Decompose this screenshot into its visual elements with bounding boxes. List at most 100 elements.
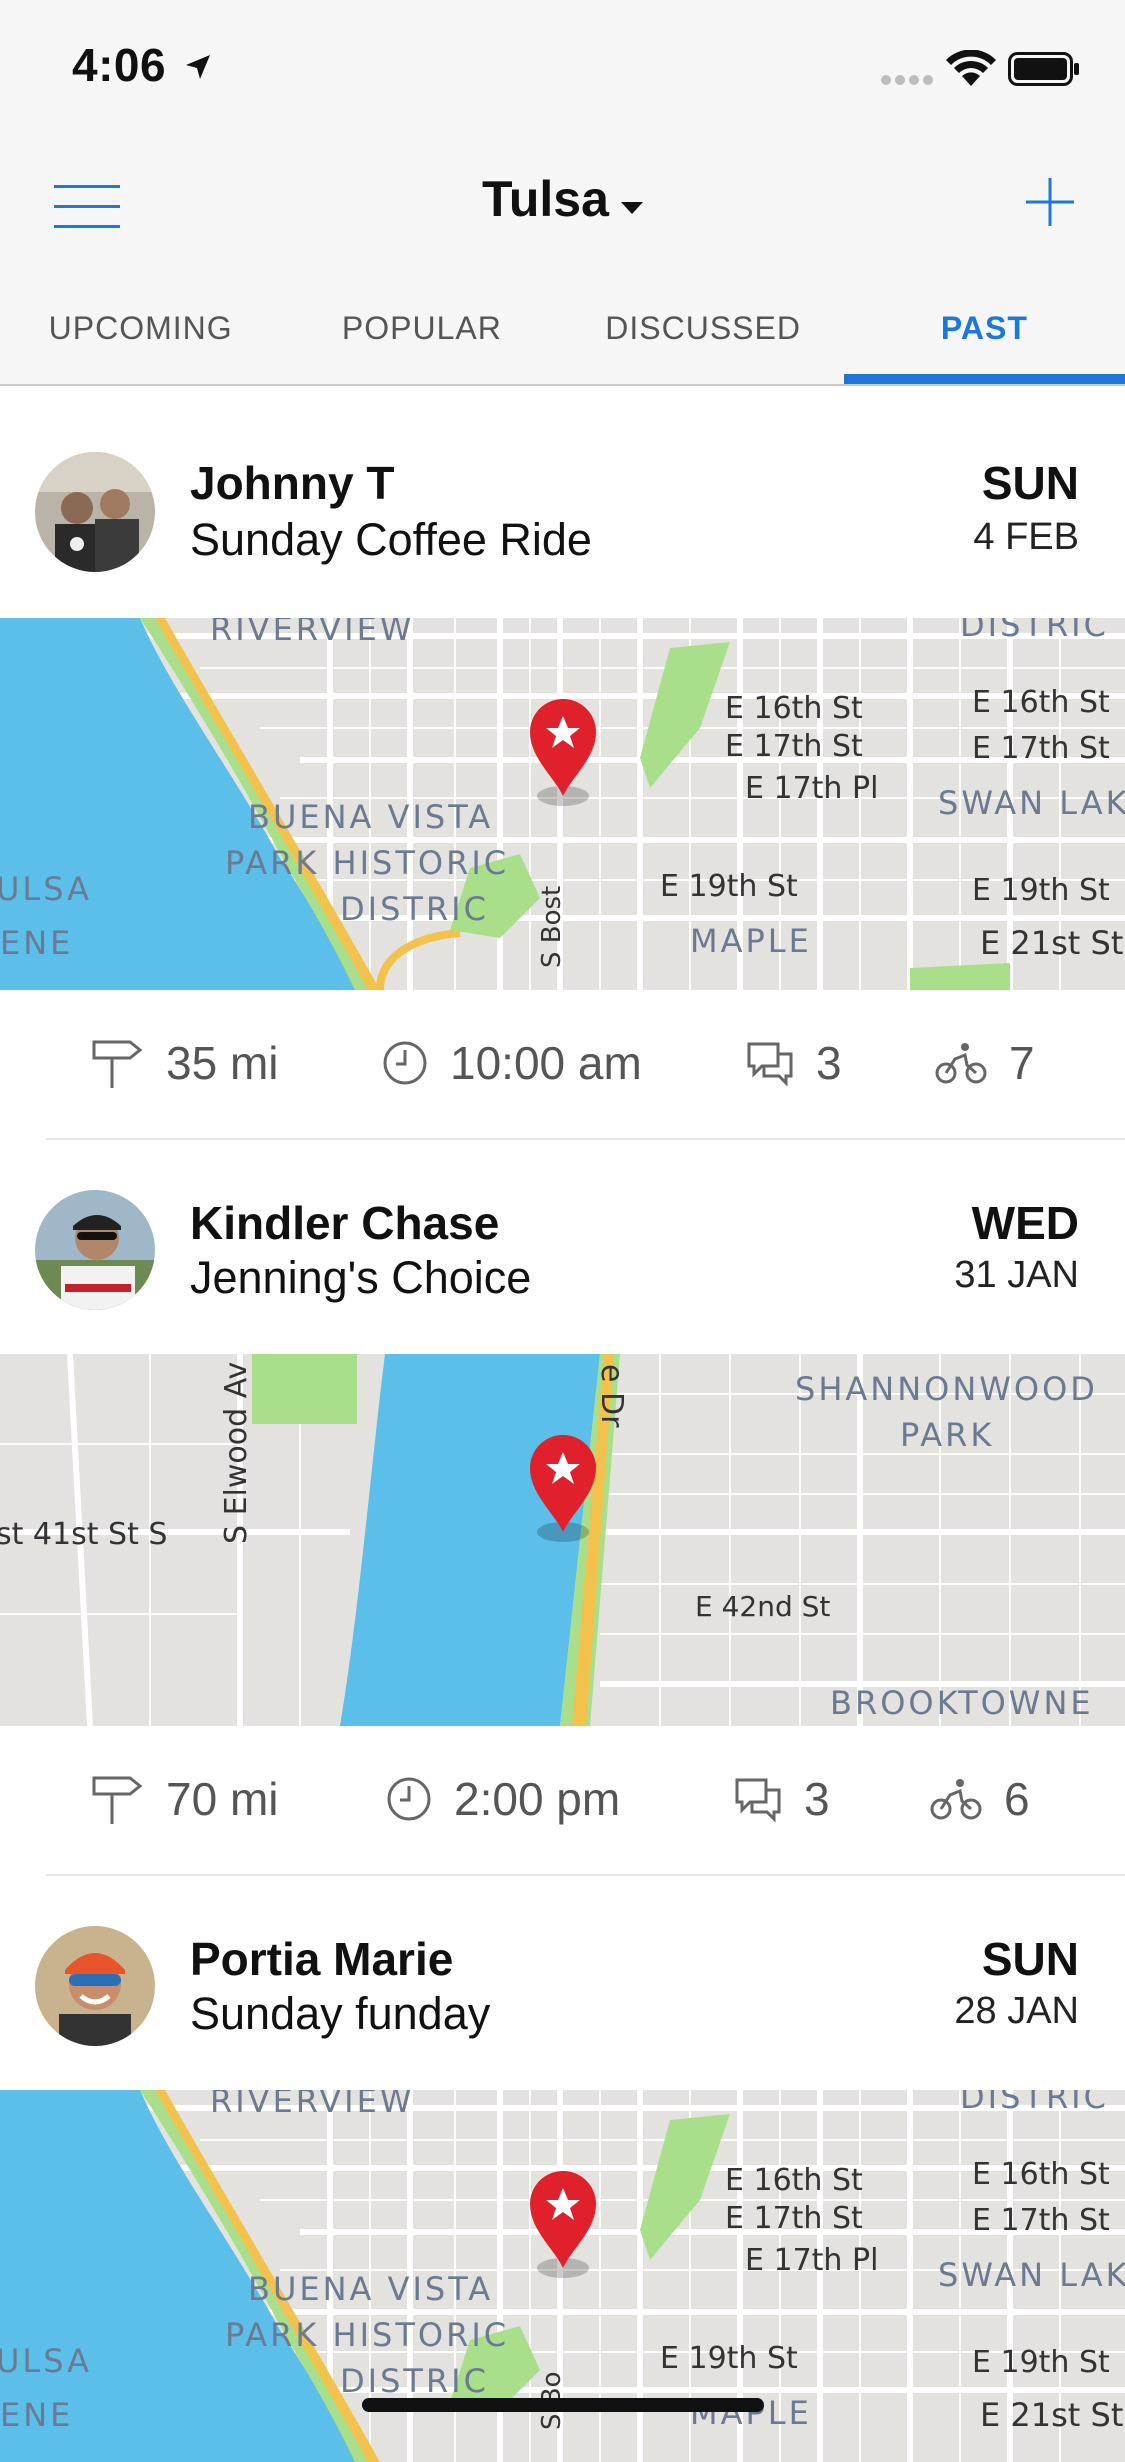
tab-past[interactable]: PAST: [843, 280, 1125, 384]
ride-stats: 35 mi 10:00 am 3 7: [0, 990, 1125, 1140]
ride-date: 31 JAN: [954, 1254, 1079, 1296]
comments-stat: 3: [746, 1036, 842, 1090]
map-label: ULSA: [0, 870, 92, 908]
map-label: E 17th Pl: [745, 2243, 878, 2278]
ride-stats: 70 mi 2:00 pm 3 6: [0, 1726, 1125, 1876]
ride-date: 28 JAN: [954, 1990, 1079, 2032]
map-label: E 17th St: [972, 2203, 1110, 2238]
status-time: 4:06: [72, 39, 167, 91]
map-label: SWAN LAK: [938, 2256, 1125, 2294]
map-label: e Dr: [594, 1364, 629, 1428]
map-label: E 17th Pl: [745, 771, 878, 806]
ride-title: Jenning's Choice: [190, 1252, 532, 1303]
ride-card[interactable]: Johnny T Sunday Coffee Ride SUN 4 FEB RI…: [0, 386, 1125, 1140]
map-label: E 19th St: [660, 2341, 798, 2376]
riders-count: 7: [1009, 1037, 1035, 1089]
add-icon[interactable]: [1022, 174, 1078, 230]
map-label: DISTRIC: [340, 2362, 489, 2400]
map-label: PARK HISTORIC: [225, 844, 509, 882]
comments-icon: [747, 1042, 793, 1086]
start-time-stat: 2:00 pm: [386, 1772, 620, 1826]
tab-upcoming[interactable]: UPCOMING: [0, 280, 281, 384]
map-label: E 19th St: [972, 873, 1110, 908]
start-time-stat: 10:00 am: [382, 1036, 642, 1090]
location-arrow-icon: [186, 55, 210, 79]
distance-value: 35 mi: [166, 1037, 279, 1089]
map-label: E 17th St: [972, 731, 1110, 766]
start-time-value: 10:00 am: [450, 1037, 642, 1089]
ride-card[interactable]: Kindler Chase Jenning's Choice WED 31 JA…: [0, 1140, 1125, 1876]
map-label: st 41st St S: [0, 1517, 167, 1552]
riders-stat: 7: [935, 1036, 1035, 1090]
map-label: ENE: [0, 2396, 73, 2434]
riders-stat: 6: [930, 1772, 1030, 1826]
map-label: BUENA VISTA: [248, 798, 493, 836]
cyclist-icon: [935, 1043, 987, 1084]
status-bar: 4:06: [0, 0, 1125, 140]
ride-date: 4 FEB: [973, 516, 1079, 558]
comments-count: 3: [804, 1773, 830, 1825]
route-map[interactable]: SHANNONWOOD PARK S Elwood Av st 41st St …: [0, 1354, 1125, 1726]
ride-day: SUN: [981, 1933, 1079, 1985]
map-label: E 16th St: [972, 2157, 1110, 2192]
tab-bar: UPCOMING POPULAR DISCUSSED PAST: [0, 280, 1125, 384]
distance-value: 70 mi: [166, 1773, 279, 1825]
map-label: ULSA: [0, 2342, 92, 2380]
comments-stat: 3: [734, 1772, 830, 1826]
map-label: RIVERVIEW: [210, 2090, 414, 2120]
map-label: PARK: [900, 1416, 994, 1454]
avatar: [35, 1926, 155, 2046]
map-label: BROOKTOWNE: [830, 1684, 1094, 1722]
map-label: SWAN LAK: [938, 784, 1125, 822]
map-label: E 17th St: [725, 2201, 863, 2236]
clock-icon: [383, 1041, 427, 1085]
route-map[interactable]: RIVERVIEW DISTRIC E 16th St E 16th St E …: [0, 618, 1125, 990]
map-label: RIVERVIEW: [210, 618, 414, 648]
tab-popular[interactable]: POPULAR: [281, 280, 562, 384]
ride-title: Sunday funday: [190, 1988, 491, 2039]
map-label: PARK HISTORIC: [225, 2316, 509, 2354]
map-label: E 19th St: [660, 869, 798, 904]
chevron-down-icon: [620, 201, 643, 214]
map-label: S Elwood Av: [219, 1362, 254, 1544]
ride-header: Johnny T Sunday Coffee Ride SUN 4 FEB: [0, 386, 1125, 618]
ride-title: Sunday Coffee Ride: [190, 514, 592, 565]
avatar: [35, 452, 155, 572]
map-label: MAPLE: [690, 922, 812, 960]
map-label: E 16th St: [972, 685, 1110, 720]
map-label: DISTRIC: [960, 2090, 1109, 2116]
signpost-icon: [92, 1040, 143, 1088]
start-time-value: 2:00 pm: [454, 1773, 621, 1825]
map-label: S Bost: [537, 886, 567, 968]
signal-dots-icon: [881, 75, 933, 85]
map-label: DISTRIC: [960, 618, 1109, 644]
map-label: E 16th St: [725, 2163, 863, 2198]
distance-stat: 35 mi: [90, 1036, 278, 1090]
comments-icon: [735, 1778, 781, 1822]
tab-discussed[interactable]: DISCUSSED: [563, 280, 844, 384]
ride-card[interactable]: Portia Marie Sunday funday SUN 28 JAN RI…: [0, 1876, 1125, 2462]
ride-header: Portia Marie Sunday funday SUN 28 JAN: [0, 1876, 1125, 2090]
comments-count: 3: [816, 1037, 842, 1089]
distance-stat: 70 mi: [90, 1772, 278, 1826]
map-label: E 21st St: [980, 924, 1123, 962]
riders-count: 6: [1004, 1773, 1030, 1825]
home-indicator[interactable]: [362, 2398, 764, 2412]
map-label: E 21st St: [980, 2396, 1123, 2434]
rider-name: Kindler Chase: [190, 1197, 500, 1249]
ride-day: WED: [971, 1197, 1079, 1249]
map-label: E 16th St: [725, 691, 863, 726]
map-label: DISTRIC: [340, 890, 489, 928]
city-title: Tulsa: [482, 171, 609, 227]
map-label: E 42nd St: [695, 1590, 830, 1623]
map-label: E 19th St: [972, 2345, 1110, 2380]
map-label: E 17th St: [725, 729, 863, 764]
signpost-icon: [92, 1776, 143, 1824]
clock-icon: [387, 1777, 431, 1821]
battery-icon: [1008, 52, 1079, 86]
ride-header: Kindler Chase Jenning's Choice WED 31 JA…: [0, 1140, 1125, 1354]
city-selector[interactable]: Tulsa: [0, 170, 1125, 228]
map-label: ENE: [0, 924, 73, 962]
avatar: [35, 1190, 155, 1310]
map-label: SHANNONWOOD: [795, 1370, 1098, 1408]
